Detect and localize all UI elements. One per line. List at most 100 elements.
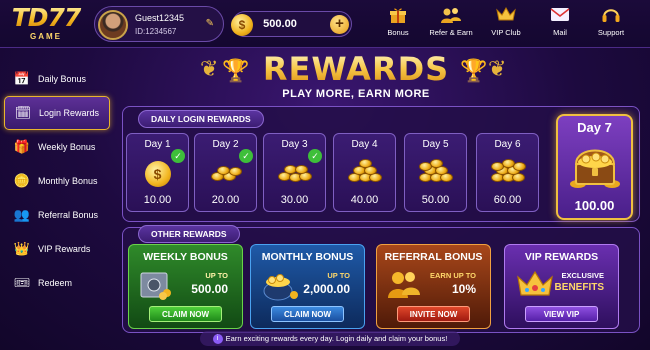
day-value: 60.00 bbox=[493, 194, 522, 206]
nav-refer-earn-label: Refer & Earn bbox=[429, 28, 473, 37]
page-title: REWARDS bbox=[256, 50, 456, 88]
sidebar-item-label: Weekly Bonus bbox=[38, 142, 96, 152]
nav-bonus[interactable]: Bonus bbox=[370, 6, 426, 46]
card-line1: UP TO bbox=[205, 271, 228, 280]
logo[interactable]: TD77 GAME bbox=[8, 4, 84, 44]
sidebar-item-label: Daily Bonus bbox=[38, 74, 87, 84]
day-value: 50.00 bbox=[421, 194, 450, 206]
coins-icon bbox=[264, 158, 325, 189]
refer-icon bbox=[423, 6, 479, 26]
claim-now-button[interactable]: CLAIM NOW bbox=[271, 306, 344, 322]
info-icon: i bbox=[212, 334, 223, 345]
mail-icon bbox=[532, 6, 588, 26]
sidebar-item-label: Referral Bonus bbox=[38, 210, 99, 220]
nav-support[interactable]: Support bbox=[583, 6, 639, 46]
username: Guest12345 bbox=[135, 13, 185, 23]
coins-icon bbox=[405, 158, 466, 189]
day-card-7[interactable]: Day 7 100.00 bbox=[556, 114, 633, 220]
sidebar-item-vip-rewards[interactable]: 👑 VIP Rewards bbox=[0, 232, 114, 266]
day-label: Day 7 bbox=[577, 120, 612, 135]
day-card-4[interactable]: Day 4 40.00 bbox=[333, 133, 396, 212]
day-card-1[interactable]: Day 1 ✓ $ 10.00 bbox=[126, 133, 189, 212]
sidebar-item-label: VIP Rewards bbox=[38, 244, 91, 254]
users-icon bbox=[387, 269, 421, 305]
sidebar-item-redeem[interactable]: 🎟 Redeem bbox=[0, 266, 114, 300]
avatar[interactable] bbox=[98, 10, 128, 40]
crown-icon: 👑 bbox=[13, 241, 31, 256]
sidebar-item-daily-bonus[interactable]: 📅 Daily Bonus bbox=[0, 62, 114, 96]
sidebar-item-label: Redeem bbox=[38, 278, 73, 288]
day-card-5[interactable]: Day 5 50.00 bbox=[404, 133, 467, 212]
coins-icon bbox=[334, 158, 395, 189]
crown-icon bbox=[478, 6, 534, 26]
trophy-icon: 🏆 bbox=[222, 58, 250, 83]
day-value: 100.00 bbox=[574, 198, 615, 213]
day-value: 20.00 bbox=[211, 194, 240, 206]
nav-support-label: Support bbox=[597, 28, 625, 37]
gift-icon: 🎁 bbox=[13, 139, 31, 154]
view-vip-button[interactable]: VIEW VIP bbox=[525, 306, 598, 322]
referral-bonus-card[interactable]: REFERRAL BONUS EARN UP TO 10% INVITE NOW bbox=[376, 244, 491, 329]
sidebar-item-referral-bonus[interactable]: 👥 Referral Bonus bbox=[0, 198, 114, 232]
footer-note-text: Earn exciting rewards every day. Login d… bbox=[225, 334, 448, 343]
card-value: 10% bbox=[451, 282, 476, 296]
nav-vip-club[interactable]: VIP Club bbox=[478, 6, 534, 46]
ticket-icon: 🎟 bbox=[13, 275, 31, 290]
nav-bonus-label: Bonus bbox=[387, 28, 409, 37]
footer-note: i Earn exciting rewards every day. Login … bbox=[200, 331, 460, 346]
claim-now-button[interactable]: CLAIM NOW bbox=[149, 306, 222, 322]
day-card-6[interactable]: Day 6 60.00 bbox=[476, 133, 539, 212]
coins-icon: 🪙 bbox=[13, 173, 31, 188]
sidebar: 📅 Daily Bonus 🗓 Login Rewards 🎁 Weekly B… bbox=[0, 62, 114, 312]
calendar-check-icon: 🗓 bbox=[14, 105, 32, 120]
vip-rewards-card[interactable]: VIP REWARDS EXCLUSIVE BENEFITS VIEW VIP bbox=[504, 244, 619, 329]
crown-icon bbox=[515, 269, 555, 305]
headset-icon bbox=[583, 6, 639, 26]
day-label: Day 5 bbox=[422, 139, 449, 150]
card-value: 500.00 bbox=[191, 282, 228, 296]
safe-icon bbox=[139, 269, 173, 307]
card-title: VIP REWARDS bbox=[524, 251, 599, 263]
gift-icon bbox=[370, 6, 426, 26]
coins-icon bbox=[477, 158, 538, 189]
coin-icon: $ bbox=[127, 158, 188, 187]
nav-mail-label: Mail bbox=[553, 28, 567, 37]
trophy-icon: 🏆 bbox=[460, 58, 488, 83]
add-funds-button[interactable]: + bbox=[330, 15, 349, 34]
invite-now-button[interactable]: INVITE NOW bbox=[397, 306, 470, 322]
nav-vip-club-label: VIP Club bbox=[491, 28, 521, 37]
card-line1: UP TO bbox=[327, 271, 350, 280]
coins-icon bbox=[195, 158, 256, 189]
nav-mail[interactable]: Mail bbox=[532, 6, 588, 46]
edit-icon[interactable]: ✎ bbox=[206, 18, 214, 29]
day-value: 30.00 bbox=[280, 194, 309, 206]
card-title: WEEKLY BONUS bbox=[143, 251, 228, 263]
top-bar: TD77 GAME Guest12345 ID:1234567 ✎ $ 500.… bbox=[0, 0, 650, 48]
users-icon: 👥 bbox=[13, 207, 31, 222]
laurel-right-icon: ❦ bbox=[488, 56, 507, 81]
weekly-bonus-card[interactable]: WEEKLY BONUS UP TO 500.00 CLAIM NOW bbox=[128, 244, 243, 329]
sidebar-item-weekly-bonus[interactable]: 🎁 Weekly Bonus bbox=[0, 130, 114, 164]
card-line1: EXCLUSIVE bbox=[561, 271, 604, 280]
sidebar-item-monthly-bonus[interactable]: 🪙 Monthly Bonus bbox=[0, 164, 114, 198]
sidebar-item-label: Login Rewards bbox=[39, 108, 100, 118]
user-id: ID:1234567 bbox=[135, 27, 177, 36]
monthly-bonus-card[interactable]: MONTHLY BONUS UP TO 2,000.00 CLAIM NOW bbox=[250, 244, 365, 329]
coin-pot-icon bbox=[261, 269, 299, 307]
nav-refer-earn[interactable]: Refer & Earn bbox=[423, 6, 479, 46]
profile-card[interactable]: Guest12345 ID:1234567 ✎ bbox=[94, 6, 224, 42]
day-value: 10.00 bbox=[143, 194, 172, 206]
day-value: 40.00 bbox=[350, 194, 379, 206]
day-card-2[interactable]: Day 2 ✓ 20.00 bbox=[194, 133, 257, 212]
day-label: Day 6 bbox=[494, 139, 521, 150]
daily-login-section-label: DAILY LOGIN REWARDS bbox=[138, 110, 264, 128]
balance-value: 500.00 bbox=[263, 18, 297, 30]
card-value: 2,000.00 bbox=[303, 282, 350, 296]
card-title: REFERRAL BONUS bbox=[384, 251, 483, 263]
treasure-chest-icon bbox=[570, 149, 620, 188]
sidebar-item-login-rewards[interactable]: 🗓 Login Rewards bbox=[4, 96, 110, 130]
day-card-3[interactable]: Day 3 ✓ 30.00 bbox=[263, 133, 326, 212]
card-line1: EARN UP TO bbox=[430, 271, 476, 280]
sidebar-item-label: Monthly Bonus bbox=[38, 176, 98, 186]
laurel-left-icon: ❦ bbox=[200, 56, 219, 81]
